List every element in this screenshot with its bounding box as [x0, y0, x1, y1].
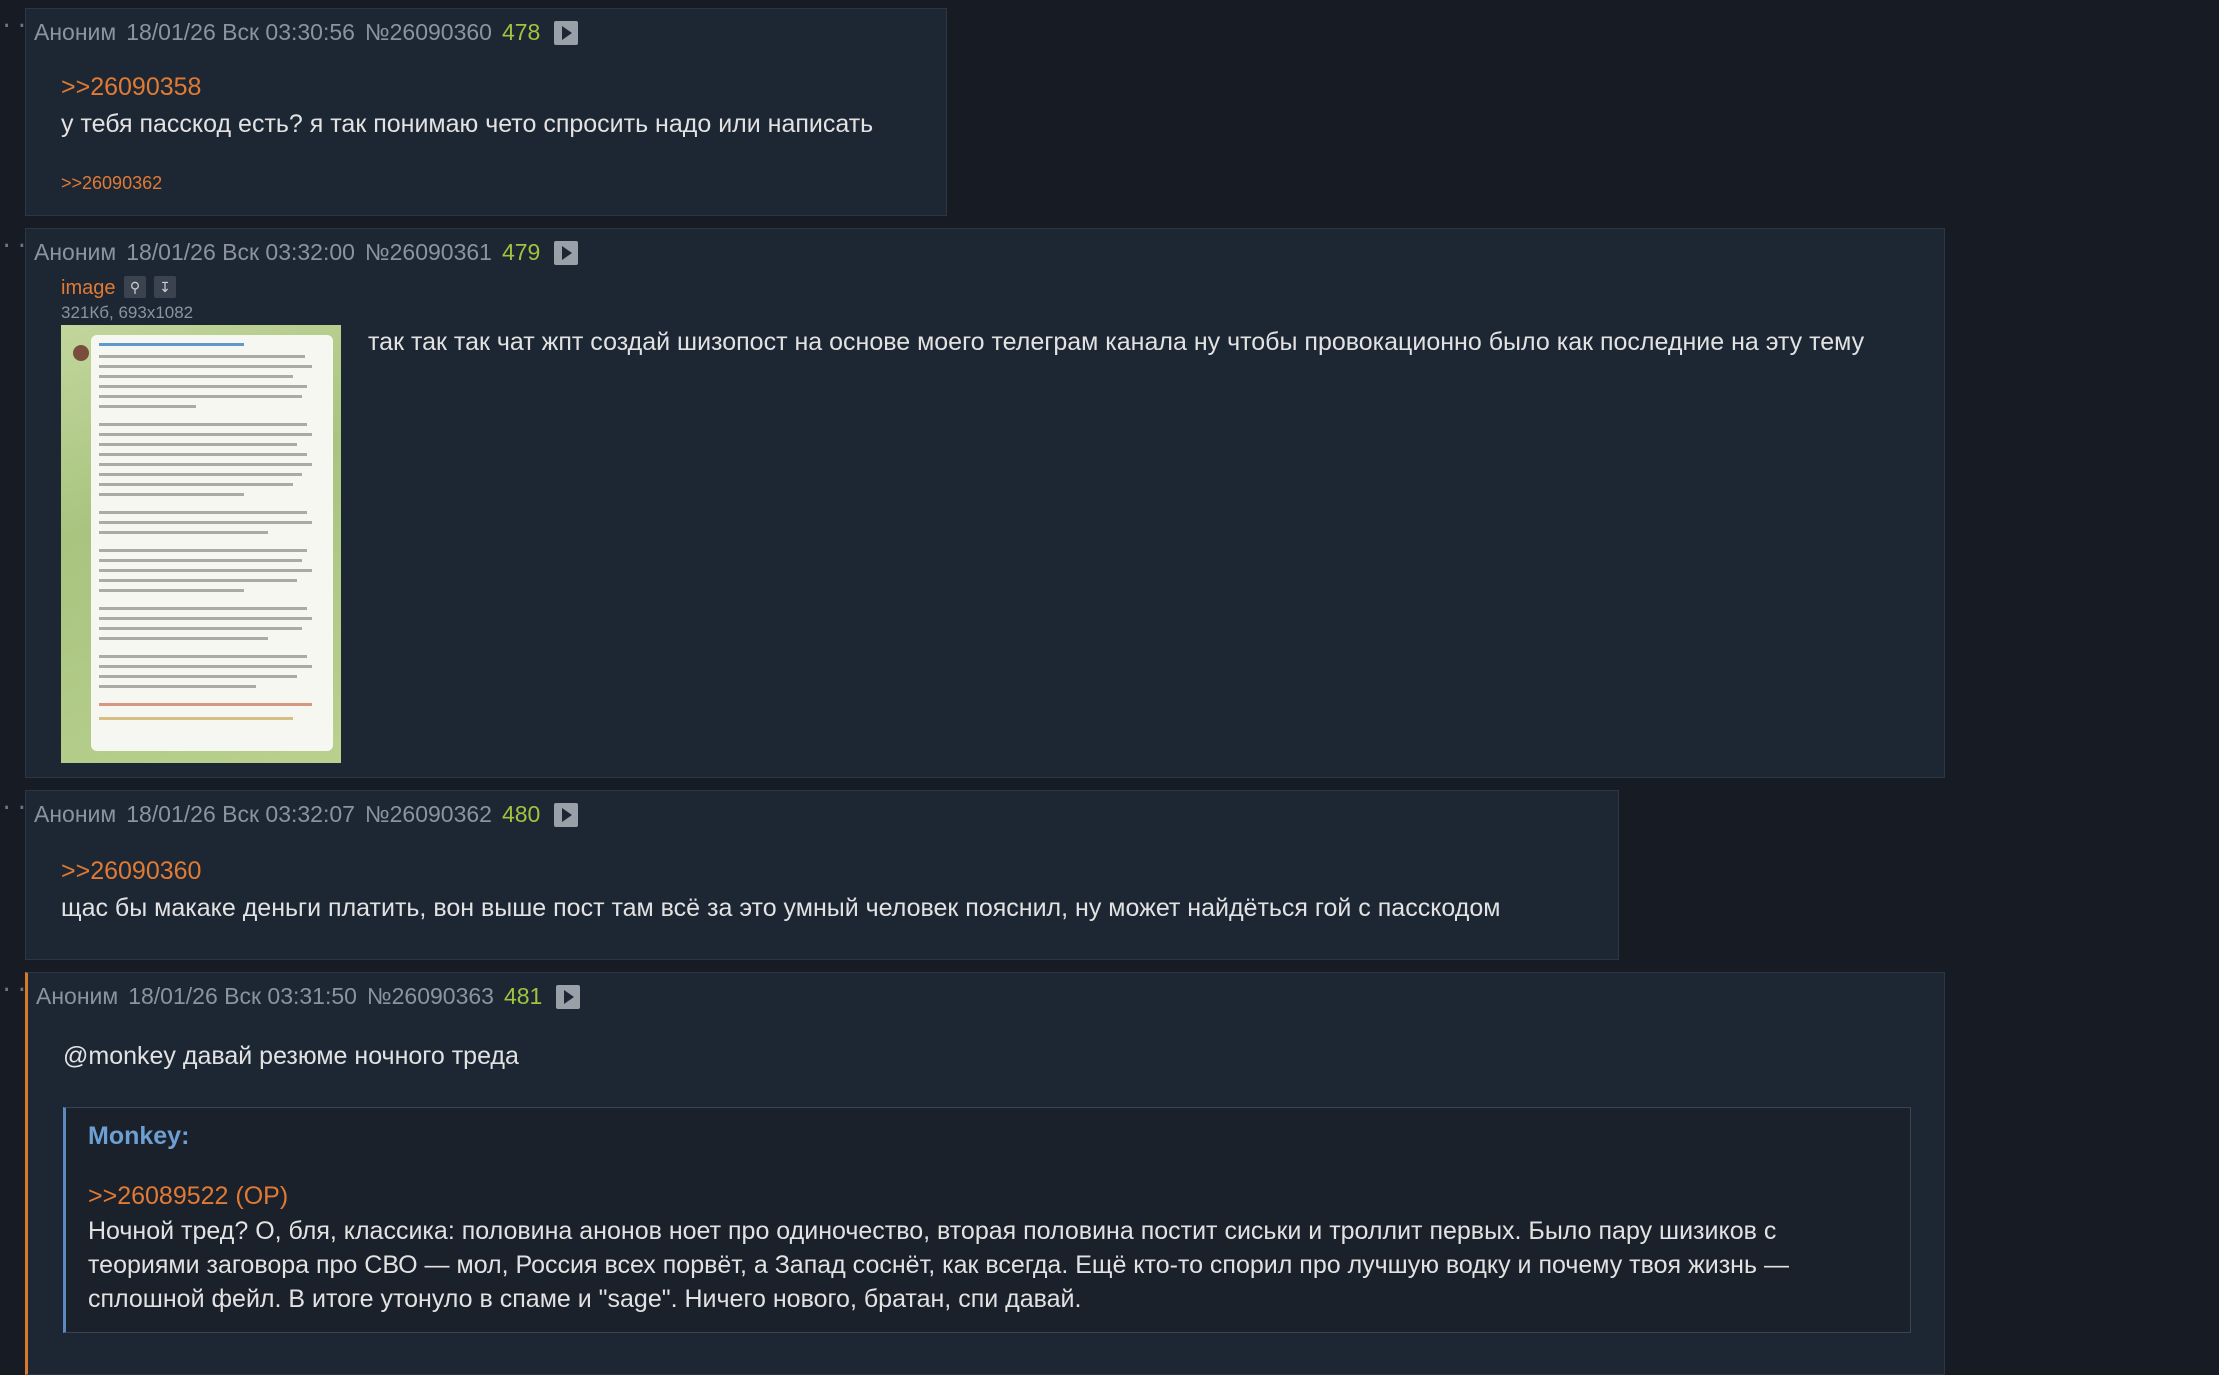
post-text: у тебя пасскод есть? я так понимаю чето …: [61, 110, 874, 138]
post: Аноним 18/01/26 Вск 03:30:56 №26090360 4…: [25, 8, 947, 216]
post: Аноним 18/01/26 Вск 03:32:07 №26090362 4…: [25, 790, 1619, 960]
play-icon[interactable]: [556, 984, 581, 1009]
post-date: 18/01/26 Вск 03:31:50: [128, 983, 357, 1009]
post-author: Аноним: [34, 239, 117, 265]
post: Аноним 18/01/26 Вск 03:32:00 №26090361 4…: [25, 228, 1945, 778]
post-header: Аноним 18/01/26 Вск 03:31:50 №26090363 4…: [36, 983, 590, 1010]
backlink[interactable]: >>26090362: [61, 173, 162, 194]
post-text: так так так чат жпт создай шизопост на о…: [368, 328, 1865, 356]
download-icon[interactable]: ↧: [154, 276, 176, 298]
search-icon[interactable]: ⚲: [124, 276, 146, 298]
post-id[interactable]: №26090363: [367, 983, 494, 1010]
post-author: Аноним: [36, 983, 119, 1009]
post-text: @monkey давай резюме ночного треда: [63, 1042, 519, 1070]
post-id[interactable]: №26090361: [365, 239, 492, 266]
thumbnail-message-card: [91, 335, 333, 751]
thumbnail-avatar: [73, 345, 89, 361]
play-icon[interactable]: [554, 240, 579, 265]
play-icon[interactable]: [554, 802, 579, 827]
post-number: 479: [501, 239, 541, 265]
post-highlighted: Аноним 18/01/26 Вск 03:31:50 №26090363 4…: [25, 972, 1945, 1375]
post-header: Аноним 18/01/26 Вск 03:32:07 №26090362 4…: [34, 801, 588, 828]
post-number: 480: [501, 801, 541, 827]
post-header: Аноним 18/01/26 Вск 03:30:56 №26090360 4…: [34, 19, 588, 46]
post-number: 478: [501, 19, 541, 45]
post-date: 18/01/26 Вск 03:32:00: [126, 239, 355, 265]
thread-page: ·· Аноним 18/01/26 Вск 03:30:56 №2609036…: [0, 0, 2219, 1375]
file-name-link[interactable]: image: [61, 277, 115, 300]
post-id[interactable]: №26090360: [365, 19, 492, 46]
post-header: Аноним 18/01/26 Вск 03:32:00 №26090361 4…: [34, 239, 588, 266]
reply-link[interactable]: >>26090360: [61, 857, 201, 886]
reply-link[interactable]: >>26089522 (OP): [88, 1182, 288, 1211]
post-author: Аноним: [34, 19, 117, 45]
post-date: 18/01/26 Вск 03:30:56: [126, 19, 355, 45]
post-text: щас бы макаке деньги платить, вон выше п…: [61, 894, 1501, 922]
file-meta: 321Кб, 693x1082: [61, 303, 194, 322]
bot-reply-box: Monkey: >>26089522 (OP) Ночной тред? О, …: [63, 1107, 1911, 1333]
reply-link[interactable]: >>26090358: [61, 73, 201, 102]
bot-reply-text: Ночной тред? О, бля, классика: половина …: [88, 1217, 1789, 1313]
play-icon[interactable]: [554, 20, 579, 45]
post-id[interactable]: №26090362: [365, 801, 492, 828]
post-author: Аноним: [34, 801, 117, 827]
post-number: 481: [503, 983, 543, 1009]
bot-reply-title: Monkey:: [88, 1122, 190, 1150]
image-thumbnail[interactable]: [61, 325, 341, 763]
post-date: 18/01/26 Вск 03:32:07: [126, 801, 355, 827]
